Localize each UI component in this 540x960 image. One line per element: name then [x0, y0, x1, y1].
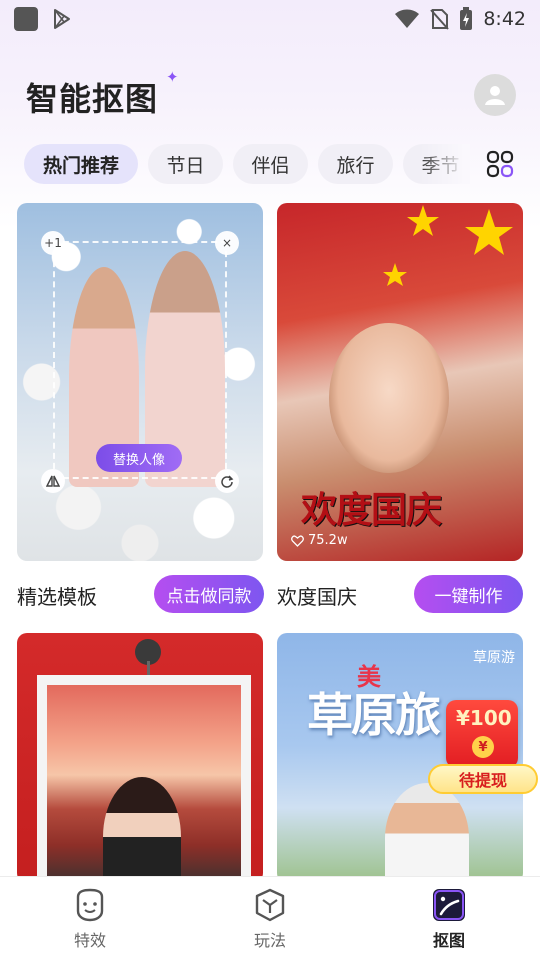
tabs-fade	[420, 144, 470, 184]
nav-cutout[interactable]: 抠图	[409, 887, 489, 957]
play-store-icon	[54, 9, 70, 29]
national-day-calligraphy: 欢度国庆	[301, 489, 442, 531]
pending-withdraw-button[interactable]: 待提现	[428, 764, 538, 794]
nav-label-effects: 特效	[73, 931, 106, 950]
wifi-icon	[395, 9, 420, 28]
avatar[interactable]	[474, 74, 516, 116]
category-tabs: 热门推荐 节日 伴侣 旅行 季节	[24, 144, 464, 184]
person-girl	[103, 777, 181, 883]
replace-portrait-button[interactable]: 替换人像	[96, 444, 182, 472]
portrait-face	[329, 323, 449, 473]
user-icon	[485, 86, 505, 105]
heart-icon	[291, 535, 304, 547]
photo-frame	[37, 675, 251, 883]
card-caption-featured: 精选模板	[17, 585, 97, 609]
likes-count: 75.2w	[291, 533, 348, 548]
clock: 8:42	[483, 8, 526, 30]
likes-value: 75.2w	[308, 533, 348, 548]
tab-travel[interactable]: 旅行	[318, 144, 393, 184]
poster-title: 草原旅	[307, 688, 441, 742]
page-header: 智能抠图 ✦	[0, 62, 540, 132]
person-old-man	[385, 783, 469, 883]
nav-effects[interactable]: 特效	[50, 887, 130, 957]
red-packet-amount: ¥100	[456, 706, 512, 730]
grid-icon[interactable]	[486, 150, 514, 178]
flip-icon[interactable]	[41, 469, 65, 493]
one-click-make-button[interactable]: 一键制作	[414, 575, 523, 613]
make-same-button[interactable]: 点击做同款	[154, 575, 264, 613]
cube-icon	[255, 888, 285, 922]
template-card-featured[interactable]: +1 × 替换人像	[17, 203, 263, 561]
coin-icon: ¥	[472, 736, 494, 758]
rotate-icon[interactable]	[215, 469, 239, 493]
tab-hot[interactable]: 热门推荐	[24, 144, 138, 184]
bottom-navigation: 特效 玩法 抠图	[0, 876, 540, 960]
card-caption-national-day: 欢度国庆	[277, 585, 357, 609]
nav-label-play: 玩法	[253, 931, 286, 950]
tab-partner[interactable]: 伴侣	[233, 144, 308, 184]
close-icon[interactable]: ×	[215, 231, 239, 255]
template-card-palace[interactable]	[17, 633, 263, 883]
face-icon	[76, 888, 104, 922]
star-flag-graphic	[383, 205, 513, 286]
status-bar: 8:42	[0, 0, 540, 38]
template-card-national-day[interactable]: 欢度国庆 75.2w	[277, 203, 523, 561]
page-title: 智能抠图	[26, 80, 159, 118]
nav-label-cutout: 抠图	[432, 931, 465, 950]
cutout-icon	[433, 889, 465, 921]
battery-charging-icon	[460, 7, 473, 30]
poster-corner-title: 草原游	[473, 650, 515, 666]
app-square-icon	[14, 7, 38, 31]
no-sim-icon	[430, 9, 450, 30]
pin-stem	[147, 661, 150, 675]
tab-festival[interactable]: 节日	[148, 144, 223, 184]
sparkle-icon: ✦	[166, 68, 179, 86]
add-badge[interactable]: +1	[41, 231, 65, 255]
red-packet-promo[interactable]: ¥100 ¥	[446, 700, 518, 768]
nav-play[interactable]: 玩法	[230, 887, 310, 957]
